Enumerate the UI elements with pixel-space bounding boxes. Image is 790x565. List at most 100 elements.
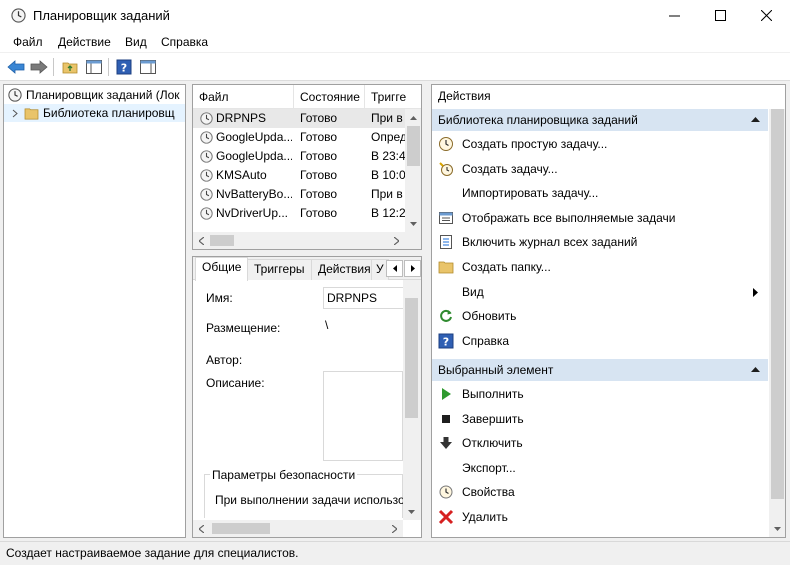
details-horizontal-scrollbar[interactable]	[193, 520, 403, 537]
tab-scroll-right-button[interactable]	[404, 260, 421, 277]
task-clock-icon	[200, 112, 213, 125]
action-item-items1-0[interactable]: Создать простую задачу...	[432, 132, 768, 156]
scroll-thumb[interactable]	[407, 126, 420, 166]
status-text: Создает настраиваемое задание для специа…	[6, 546, 299, 560]
show-hide-console-tree-button[interactable]	[84, 57, 104, 77]
action-item-items1-4[interactable]: Включить журнал всех заданий	[432, 230, 768, 254]
task-list-horizontal-scrollbar[interactable]	[193, 232, 405, 249]
tab-triggers[interactable]: Триггеры	[247, 259, 312, 280]
toolbar-separator	[53, 58, 54, 76]
table-row[interactable]: GoogleUpda... Готово В 23:49	[193, 147, 405, 166]
action-label: Выполнить	[462, 387, 524, 401]
column-header-file[interactable]: Файл	[193, 85, 294, 109]
table-row[interactable]: KMSAuto Готово В 10:00	[193, 166, 405, 185]
tab-scroll-left-button[interactable]	[386, 260, 403, 277]
task-name: DRPNPS	[216, 111, 267, 125]
svg-text:?: ?	[443, 335, 449, 348]
task-clock-icon	[200, 188, 213, 201]
action-item-items1-8[interactable]: ? Справка	[432, 329, 768, 353]
action-item-items2-4[interactable]: Свойства	[432, 480, 768, 504]
forward-button[interactable]	[29, 57, 49, 77]
location-field[interactable]: \	[323, 315, 403, 343]
action-item-items2-5[interactable]: Удалить	[432, 505, 768, 529]
no-icon	[438, 284, 454, 300]
maximize-button[interactable]	[697, 0, 743, 31]
task-list-vertical-scrollbar[interactable]	[405, 109, 421, 232]
scroll-up-arrow[interactable]	[405, 109, 421, 126]
action-item-items1-5[interactable]: Создать папку...	[432, 255, 768, 279]
scroll-right-arrow[interactable]	[388, 232, 405, 249]
security-text: При выполнении задачи использо	[215, 493, 405, 507]
status-bar: Создает настраиваемое задание для специа…	[0, 541, 790, 565]
scroll-thumb[interactable]	[210, 235, 234, 246]
details-vertical-scrollbar[interactable]	[403, 280, 421, 520]
tree-item-root[interactable]: Планировщик заданий (Лок	[4, 86, 185, 104]
tab-actions[interactable]: Действия	[311, 259, 378, 280]
action-label: Обновить	[462, 309, 517, 324]
column-header-status[interactable]: Состояние	[294, 85, 365, 109]
tab-general[interactable]: Общие	[195, 257, 249, 281]
show-hide-action-pane-button[interactable]	[138, 57, 158, 77]
action-label: Импортировать задачу...	[462, 186, 599, 201]
action-item-items2-0[interactable]: Выполнить	[432, 382, 768, 406]
scroll-thumb[interactable]	[212, 523, 270, 534]
close-button[interactable]	[743, 0, 789, 31]
action-item-items2-2[interactable]: Отключить	[432, 431, 768, 455]
table-row[interactable]: NvDriverUp... Готово В 12:25	[193, 204, 405, 223]
refresh-icon	[438, 308, 454, 324]
help-toolbar-button[interactable]: ?	[114, 57, 134, 77]
action-item-items1-6[interactable]: Вид	[432, 280, 768, 304]
action-item-items2-1[interactable]: Завершить	[432, 407, 768, 431]
clock-new-task-icon	[438, 161, 454, 177]
actions-section-library[interactable]: Библиотека планировщика заданий	[432, 109, 768, 131]
close-icon	[760, 10, 772, 21]
disable-icon	[438, 435, 454, 451]
submenu-arrow-icon	[753, 287, 758, 297]
toolbar: ?	[0, 53, 790, 81]
table-row[interactable]: GoogleUpda... Готово Опред	[193, 128, 405, 147]
actions-pane: Действия Библиотека планировщика заданий…	[431, 84, 786, 538]
menu-action[interactable]: Действие	[58, 35, 111, 49]
scroll-down-arrow[interactable]	[769, 520, 785, 537]
folder-icon	[24, 107, 39, 119]
chevron-up-icon[interactable]	[751, 117, 760, 122]
actions-header: Действия	[438, 89, 491, 103]
action-item-items1-3[interactable]: Отображать все выполняемые задачи	[432, 206, 768, 230]
name-field[interactable]: DRPNPS	[323, 287, 403, 309]
folder-up-button[interactable]	[60, 57, 80, 77]
action-item-items2-3[interactable]: Экспорт...	[432, 456, 768, 480]
menu-view[interactable]: Вид	[125, 35, 147, 49]
maximize-icon	[714, 10, 726, 21]
show-hide-action-pane-icon	[140, 60, 156, 74]
task-status: Готово	[300, 111, 338, 125]
actions-section-selected[interactable]: Выбранный элемент	[432, 359, 768, 381]
scroll-left-arrow[interactable]	[193, 520, 210, 537]
chevron-down-icon	[410, 221, 417, 226]
table-row[interactable]: NvBatteryBo... Готово При в	[193, 185, 405, 204]
scroll-left-arrow[interactable]	[193, 232, 210, 249]
tree-item-library[interactable]: Библиотека планировщ	[4, 104, 185, 122]
back-button[interactable]	[6, 57, 26, 77]
action-item-items1-1[interactable]: Создать задачу...	[432, 157, 768, 181]
menu-file[interactable]: Файл	[13, 35, 43, 49]
minimize-button[interactable]	[651, 0, 697, 31]
menu-help[interactable]: Справка	[161, 35, 208, 49]
scroll-down-arrow[interactable]	[403, 503, 420, 520]
running-tasks-icon	[438, 210, 454, 226]
action-item-items1-7[interactable]: Обновить	[432, 304, 768, 328]
chevron-right-icon	[392, 524, 397, 533]
chevron-up-icon[interactable]	[751, 367, 760, 372]
scroll-thumb[interactable]	[405, 298, 418, 418]
task-clock-icon	[200, 131, 213, 144]
task-status: Готово	[300, 168, 338, 182]
action-item-items1-2[interactable]: Импортировать задачу...	[432, 181, 768, 205]
scroll-right-arrow[interactable]	[386, 520, 403, 537]
chevron-right-icon[interactable]	[12, 109, 18, 118]
table-row[interactable]: DRPNPS Готово При в	[193, 109, 405, 128]
scroll-thumb[interactable]	[771, 109, 784, 499]
column-header-trigger[interactable]: Тригге	[365, 85, 421, 109]
scroll-down-arrow[interactable]	[405, 215, 421, 232]
description-field[interactable]	[323, 371, 403, 461]
actions-vertical-scrollbar[interactable]	[769, 109, 785, 537]
chevron-up-icon	[410, 115, 417, 120]
